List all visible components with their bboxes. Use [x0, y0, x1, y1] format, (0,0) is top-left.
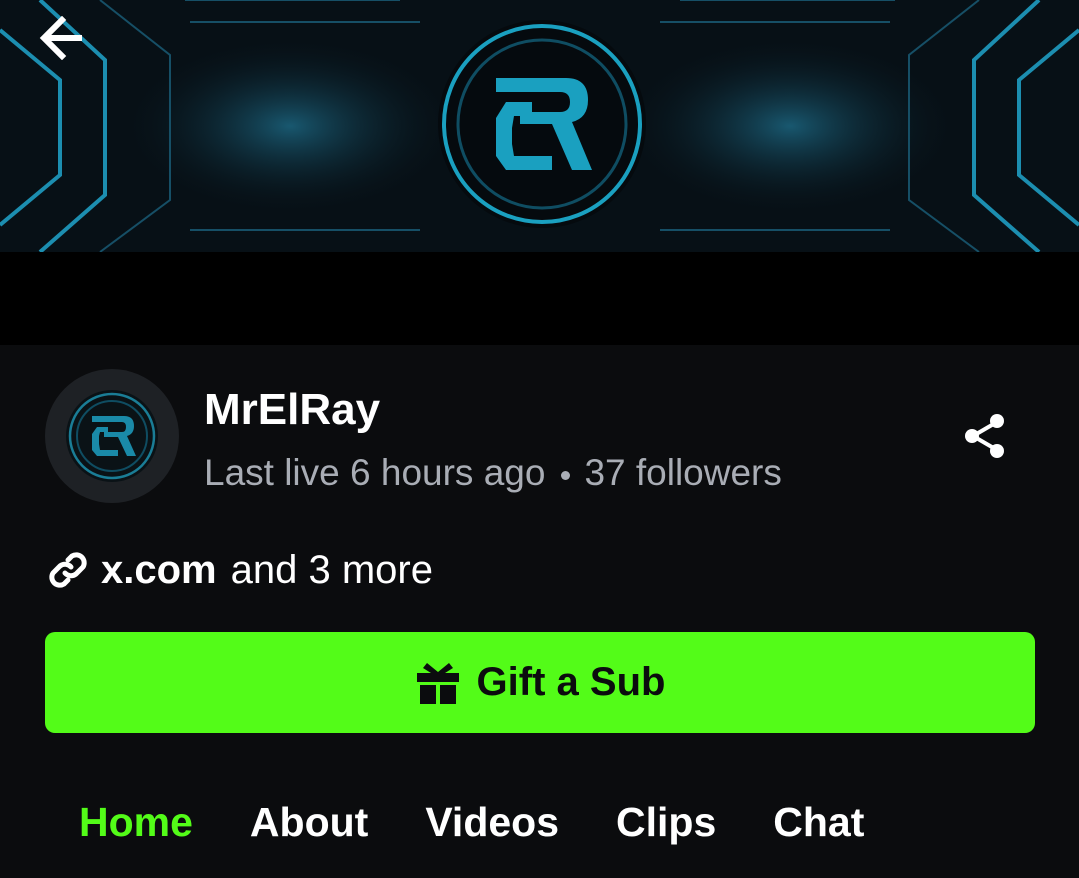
- channel-avatar[interactable]: [45, 369, 179, 503]
- channel-name: MrElRay: [204, 385, 381, 434]
- share-button[interactable]: [950, 401, 1020, 471]
- tab-about[interactable]: About: [250, 799, 368, 846]
- gift-sub-label: Gift a Sub: [476, 660, 666, 704]
- arrow-left-icon: [39, 16, 82, 60]
- channel-meta: Last live 6 hours ago 37 followers: [204, 450, 782, 496]
- er-logo-icon: [66, 390, 158, 482]
- back-button[interactable]: [38, 16, 132, 86]
- tab-home[interactable]: Home: [79, 799, 193, 846]
- link-icon: [49, 552, 87, 588]
- link-domain: x.com: [101, 547, 217, 592]
- tab-videos[interactable]: Videos: [425, 799, 559, 846]
- tab-chat[interactable]: Chat: [773, 799, 864, 846]
- tab-clips[interactable]: Clips: [616, 799, 716, 846]
- share-icon: [965, 414, 1004, 458]
- channel-tabs: Home About Videos Clips Chat: [79, 796, 921, 848]
- separator-dot: [561, 470, 571, 480]
- last-live-text: Last live 6 hours ago: [204, 452, 546, 493]
- channel-banner: [0, 0, 1079, 252]
- link-more: and 3 more: [230, 547, 433, 592]
- followers-count: 37 followers: [584, 452, 782, 493]
- gift-icon: [416, 662, 459, 704]
- banner-bottom-strip: [0, 252, 1079, 345]
- gift-sub-button[interactable]: Gift a Sub: [45, 632, 1035, 733]
- channel-links[interactable]: x.com and 3 more: [45, 544, 433, 596]
- banner-artwork: [0, 0, 1079, 252]
